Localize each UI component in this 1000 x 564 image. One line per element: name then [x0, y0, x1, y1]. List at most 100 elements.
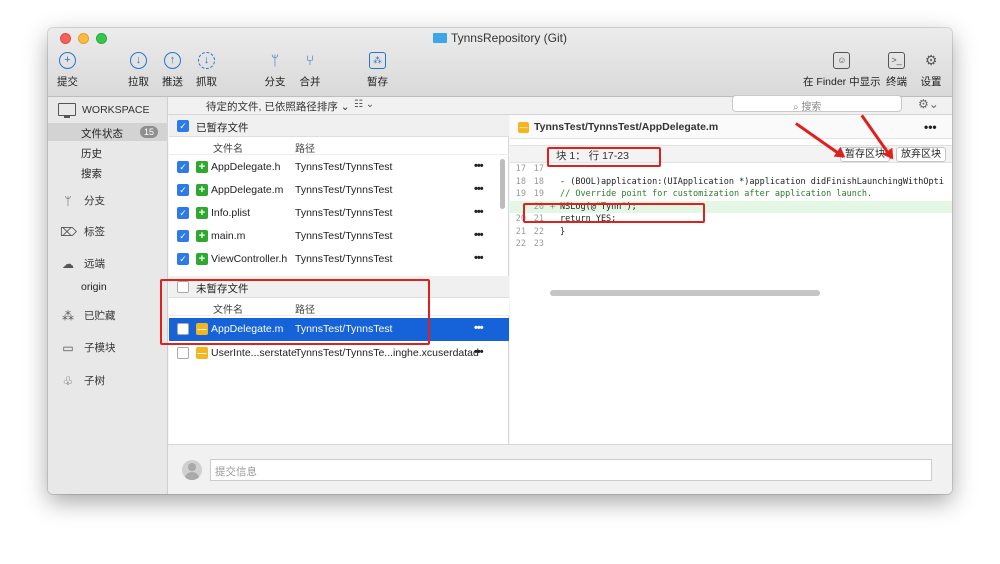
commit-message-input[interactable]: 提交信息: [210, 459, 932, 481]
sidebar-item-branches[interactable]: ᛘ 分支: [60, 193, 105, 208]
subtrees-label: 子树: [84, 375, 105, 387]
more-icon[interactable]: •••: [474, 183, 484, 195]
search-input[interactable]: ⌕ 搜索: [732, 95, 902, 113]
push-label: 推送: [162, 76, 183, 88]
staged-column-header: 文件名 路径: [169, 137, 509, 155]
sort-menu[interactable]: 待定的文件, 已依照路径排序 ⌄: [206, 99, 350, 114]
diff-file-path: TynnsTest/TynnsTest/AppDelegate.m: [534, 121, 719, 133]
diff-line[interactable]: 19 19 // Override point for customization…: [510, 188, 952, 201]
diff-line[interactable]: 18 18 - (BOOL)application:(UIApplication *…: [510, 176, 952, 189]
pull-button[interactable]: ↓ 拉取: [128, 52, 149, 89]
branch-label: 分支: [264, 76, 286, 88]
file-checkbox[interactable]: ✓: [177, 230, 189, 242]
file-checkbox[interactable]: ✓: [177, 207, 189, 219]
staged-title: 已暂存文件: [196, 122, 249, 134]
unstaged-file-row[interactable]: — UserInte...serstate TynnsTest/TynnsTe.…: [169, 342, 509, 365]
code-comment: // Override point for customization afte…: [560, 189, 873, 199]
file-checkbox[interactable]: ✓: [177, 161, 189, 173]
workspace-label: WORKSPACE: [82, 103, 150, 116]
file-checkbox[interactable]: [177, 347, 189, 359]
sidebar-item-remotes[interactable]: ☁ 远端: [60, 256, 105, 271]
file-name: AppDelegate.h: [211, 161, 281, 173]
options-gear-icon[interactable]: ⚙⌄: [918, 97, 939, 111]
added-icon: +: [196, 253, 208, 265]
search-placeholder: ⌕ 搜索: [793, 102, 822, 113]
file-path: TynnsTest/TynnsTe...inghe.xcuserdatad: [295, 347, 479, 359]
file-checkbox[interactable]: ✓: [177, 184, 189, 196]
staged-file-row[interactable]: ✓ + main.m TynnsTest/TynnsTest •••: [169, 225, 509, 248]
stash-button[interactable]: ⁂ 暂存: [367, 52, 388, 89]
avatar: [182, 460, 202, 480]
more-icon[interactable]: •••: [924, 120, 937, 134]
old-line-number: 17: [515, 164, 526, 174]
file-path: TynnsTest/TynnsTest: [295, 184, 393, 196]
more-icon[interactable]: •••: [474, 206, 484, 218]
sidebar-item-history[interactable]: 历史: [81, 146, 102, 161]
new-line-number: 19: [533, 189, 544, 199]
cloud-icon: ☁: [62, 256, 74, 271]
sidebar: WORKSPACE 文件状态 15 历史 搜索 ᛘ 分支 ⌦ 标签 ☁ 远端 orig…: [48, 97, 168, 494]
more-icon[interactable]: •••: [474, 346, 484, 358]
stash-label: 暂存: [367, 76, 388, 88]
old-line-number: 21: [515, 226, 526, 237]
file-path: TynnsTest/TynnsTest: [295, 253, 393, 265]
file-name: main.m: [211, 230, 246, 242]
view-mode-menu[interactable]: ☷ ⌄: [354, 99, 374, 110]
merge-icon: ⑂: [305, 52, 315, 68]
staged-file-row[interactable]: ✓ + AppDelegate.m TynnsTest/TynnsTest ••…: [169, 179, 509, 202]
file-name: UserInte...serstate: [211, 347, 297, 359]
stashes-label: 已贮藏: [84, 310, 116, 322]
finder-icon: ☺: [833, 52, 851, 69]
stash-icon: ⁂: [369, 52, 386, 69]
submodules-label: 子模块: [84, 342, 116, 354]
more-icon[interactable]: •••: [474, 229, 484, 241]
old-line-number: 18: [515, 176, 526, 187]
terminal-button[interactable]: >_ 终端: [886, 52, 907, 89]
file-status-count-badge: 15: [140, 126, 158, 138]
new-line-number: 23: [533, 239, 544, 249]
col-filename[interactable]: 文件名: [213, 140, 243, 155]
diff-line[interactable]: 22 23: [510, 238, 952, 251]
commit-bar: 提交信息: [168, 444, 952, 494]
arrow-down-icon: ↓: [130, 52, 147, 69]
sidebar-item-subtrees[interactable]: ♧ 子树: [60, 373, 105, 388]
pull-label: 拉取: [128, 76, 149, 88]
terminal-label: 终端: [886, 76, 907, 88]
settings-label: 设置: [920, 76, 942, 88]
more-icon[interactable]: •••: [474, 322, 484, 334]
sidebar-item-tags[interactable]: ⌦ 标签: [60, 224, 105, 239]
file-checkbox[interactable]: ✓: [177, 253, 189, 265]
branch-button[interactable]: ᛘ 分支: [264, 52, 286, 89]
file-path: TynnsTest/TynnsTest: [295, 161, 393, 173]
discard-hunk-button[interactable]: 放弃区块: [896, 147, 946, 162]
staged-file-row[interactable]: ✓ + AppDelegate.h TynnsTest/TynnsTest ••…: [169, 156, 509, 179]
sidebar-item-file-status[interactable]: 文件状态: [81, 126, 123, 141]
more-icon[interactable]: •••: [474, 160, 484, 172]
show-in-finder-button[interactable]: ☺ 在 Finder 中显示: [803, 52, 881, 89]
annotation-box-unstaged: [160, 279, 430, 345]
terminal-icon: >_: [888, 52, 905, 69]
staged-file-row[interactable]: ✓ + Info.plist TynnsTest/TynnsTest •••: [169, 202, 509, 225]
modified-icon: —: [196, 347, 208, 359]
col-path[interactable]: 路径: [295, 140, 315, 155]
sidebar-item-search[interactable]: 搜索: [81, 166, 102, 181]
more-icon[interactable]: •••: [474, 252, 484, 264]
workspace-header: WORKSPACE: [58, 103, 150, 118]
diff-line[interactable]: 21 22}: [510, 226, 952, 239]
merge-button[interactable]: ⑂ 合并: [299, 52, 321, 89]
diff-horizontal-scrollbar[interactable]: [550, 290, 820, 296]
diff-header: — TynnsTest/TynnsTest/AppDelegate.m •••: [510, 115, 952, 139]
sidebar-item-submodules[interactable]: ▭ 子模块: [60, 340, 116, 355]
push-button[interactable]: ↑ 推送: [162, 52, 183, 89]
fetch-button[interactable]: ↓ 抓取: [196, 52, 217, 89]
code-text: }: [560, 226, 566, 237]
sidebar-item-origin[interactable]: origin: [81, 281, 107, 293]
staged-file-row[interactable]: ✓ + ViewController.h TynnsTest/TynnsTest…: [169, 248, 509, 271]
commit-button[interactable]: + 提交: [57, 52, 78, 89]
settings-button[interactable]: ⚙ 设置: [920, 52, 942, 89]
staged-all-checkbox[interactable]: ✓: [177, 120, 189, 132]
staged-scrollbar[interactable]: [500, 159, 505, 209]
modified-icon: —: [518, 122, 529, 133]
sidebar-item-stashes[interactable]: ⁂ 已贮藏: [60, 308, 116, 323]
fetch-label: 抓取: [196, 76, 217, 88]
